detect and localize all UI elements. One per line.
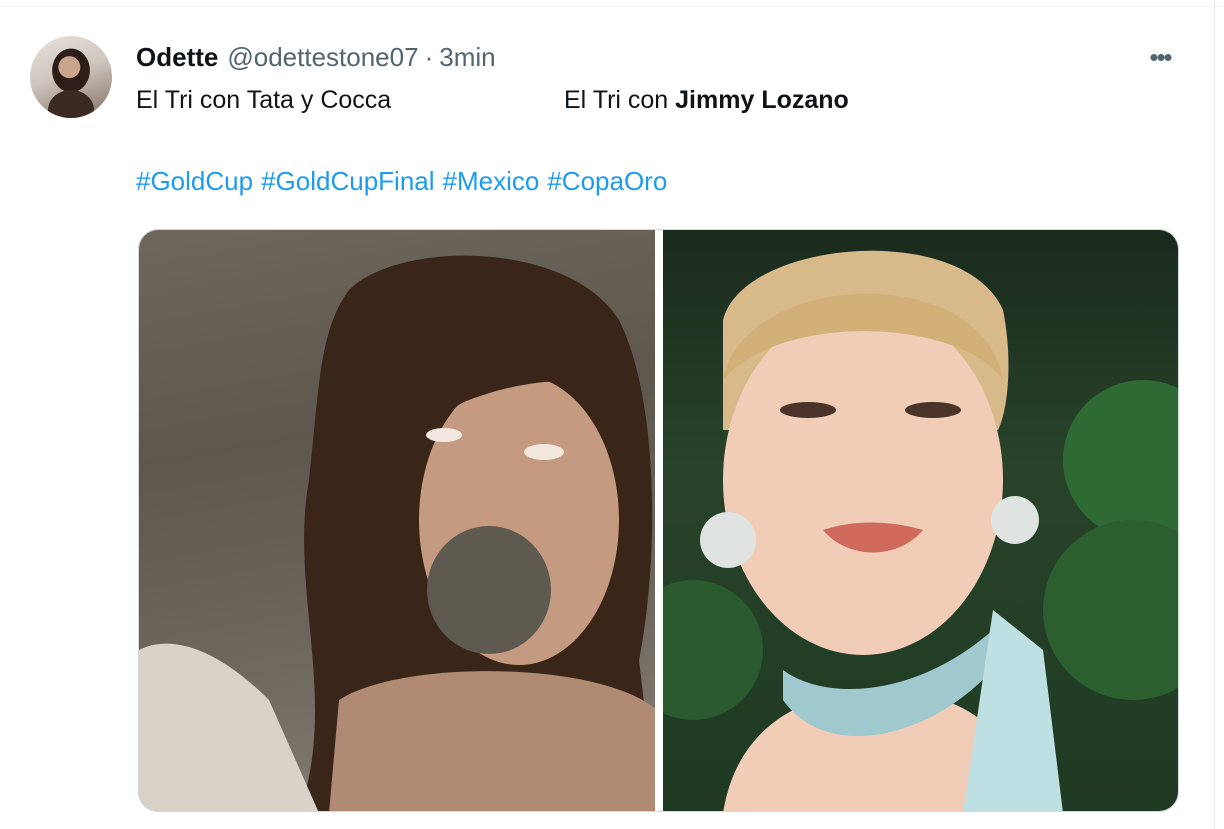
- top-divider: [0, 6, 1224, 7]
- hashtag-link[interactable]: #GoldCupFinal: [261, 166, 434, 200]
- tweet-text-right-prefix: El Tri con: [564, 86, 676, 114]
- tweet-text-left: El Tri con Tata y Cocca: [136, 86, 392, 114]
- hashtag-link[interactable]: #GoldCup: [136, 166, 253, 200]
- avatar[interactable]: [30, 36, 112, 118]
- tweet-text-right: El Tri con Jimmy Lozano: [564, 86, 849, 118]
- media-divider: [654, 230, 659, 811]
- author-handle[interactable]: @odettestone07: [227, 42, 418, 73]
- hashtag-row: #GoldCup #GoldCupFinal #Mexico #CopaOro: [136, 166, 675, 200]
- hashtag-link[interactable]: #Mexico: [443, 166, 540, 200]
- separator-dot: ·: [424, 41, 434, 72]
- tweet-card[interactable]: Odette @odettestone07 · 3min ••• El Tri …: [0, 0, 1224, 829]
- photo-illustration-right: [662, 250, 1178, 811]
- photo-illustration-left: [139, 255, 655, 811]
- right-border: [1214, 0, 1215, 829]
- tweet-text-right-bold: Jimmy Lozano: [675, 86, 849, 114]
- hashtag-link[interactable]: #CopaOro: [547, 166, 667, 200]
- author-name[interactable]: Odette: [136, 42, 218, 73]
- tweet-timestamp[interactable]: 3min: [439, 42, 495, 73]
- more-horizontal-icon[interactable]: •••: [1142, 42, 1178, 72]
- media-photo-left[interactable]: [139, 230, 655, 811]
- tweet-header: Odette @odettestone07 · 3min: [136, 40, 496, 74]
- avatar-figure: [48, 90, 94, 118]
- media-photo-right[interactable]: [662, 230, 1178, 811]
- media-grid: [138, 229, 1179, 812]
